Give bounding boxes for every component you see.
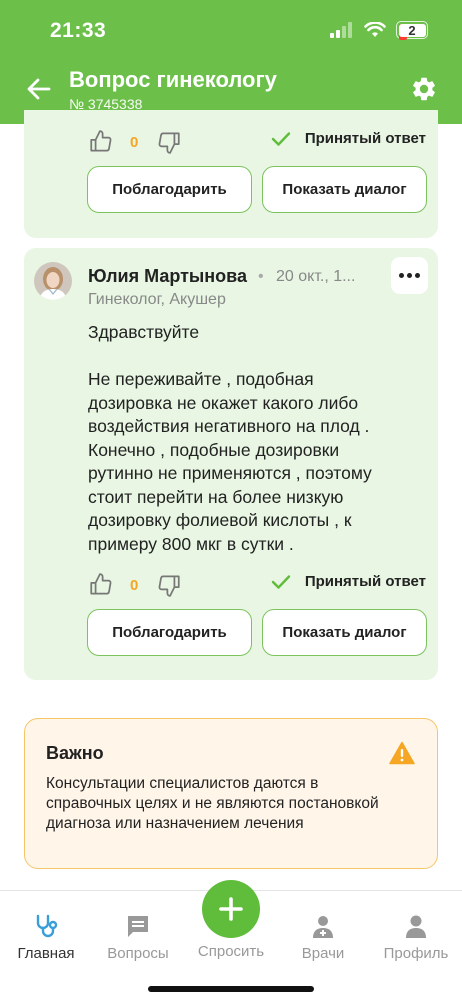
nav-ask-label: Спросить (197, 943, 265, 960)
vote-count: 0 (130, 133, 139, 151)
bottom-navigation: Главная Вопросы Спросить Врачи Профиль (0, 880, 462, 1000)
arrow-left-icon (27, 78, 51, 100)
chat-icon (128, 916, 148, 937)
page-title: Вопрос гинекологу (69, 67, 277, 92)
nav-questions[interactable]: Вопросы (98, 913, 178, 962)
answer-card: Юлия Мартынова • 20 окт., 1... Гинеколог… (24, 248, 438, 680)
nav-home-label: Главная (17, 945, 75, 962)
app-header: 21:33 2 Вопрос гинекологу № 3745338 (0, 0, 462, 124)
checkmark-icon (271, 574, 291, 589)
show-dialog-button[interactable]: Показать диалог (262, 166, 427, 213)
nav-profile[interactable]: Профиль (376, 913, 456, 962)
thank-button[interactable]: Поблагодарить (87, 609, 252, 656)
signal-icon (330, 22, 352, 38)
author-role: Гинеколог, Акушер (88, 291, 226, 308)
status-icons: 2 (330, 21, 428, 40)
warning-icon (389, 741, 415, 765)
thumbs-down-icon[interactable] (156, 572, 182, 598)
checkmark-icon (271, 131, 291, 146)
avatar[interactable] (34, 262, 72, 300)
important-notice: Важно Консультации специалистов даются в… (24, 718, 438, 869)
battery-icon: 2 (396, 21, 428, 40)
author-name[interactable]: Юлия Мартынова (88, 266, 247, 287)
stethoscope-icon (36, 914, 58, 938)
accepted-answer-badge: Принятый ответ (271, 130, 426, 147)
ask-question-button[interactable] (202, 880, 260, 938)
nav-home[interactable]: Главная (6, 913, 86, 962)
plus-icon (219, 897, 243, 921)
nav-doctors[interactable]: Врачи (283, 913, 363, 962)
home-indicator (148, 986, 314, 992)
wifi-icon (364, 22, 386, 37)
show-dialog-button[interactable]: Показать диалог (262, 609, 427, 656)
nav-questions-label: Вопросы (107, 945, 169, 962)
user-icon (406, 915, 426, 938)
more-dots-icon (399, 273, 404, 278)
thumbs-up-icon[interactable] (88, 572, 114, 598)
status-bar: 21:33 2 (0, 0, 462, 60)
vote-row: 0 Принятый ответ (88, 571, 438, 599)
more-options-button[interactable] (391, 257, 428, 294)
vote-row: 0 Принятый ответ (88, 128, 438, 156)
accepted-answer-label: Принятый ответ (304, 573, 426, 590)
battery-level: 2 (398, 23, 426, 37)
doctor-photo (34, 262, 72, 300)
answer-date: 20 окт., 1... (276, 268, 356, 285)
accepted-answer-badge: Принятый ответ (271, 573, 426, 590)
nav-doctors-label: Врачи (301, 945, 345, 962)
gear-icon[interactable] (410, 75, 438, 103)
thumbs-up-icon[interactable] (88, 129, 114, 155)
back-button[interactable] (24, 76, 54, 102)
thumbs-down-icon[interactable] (156, 129, 182, 155)
notice-title: Важно (46, 743, 104, 763)
nav-profile-label: Профиль (383, 945, 449, 962)
answer-card: 0 Принятый ответ Поблагодарить Показать … (24, 110, 438, 238)
vote-count: 0 (130, 576, 139, 594)
separator-dot: • (258, 268, 264, 285)
status-time: 21:33 (50, 19, 107, 42)
accepted-answer-label: Принятый ответ (304, 130, 426, 147)
thank-button[interactable]: Поблагодарить (87, 166, 252, 213)
doctor-icon (313, 916, 333, 938)
answer-text: Здравствуйте Не переживайте , подобная д… (88, 322, 372, 554)
notice-text: Консультации специалистов даются в справ… (46, 775, 379, 832)
